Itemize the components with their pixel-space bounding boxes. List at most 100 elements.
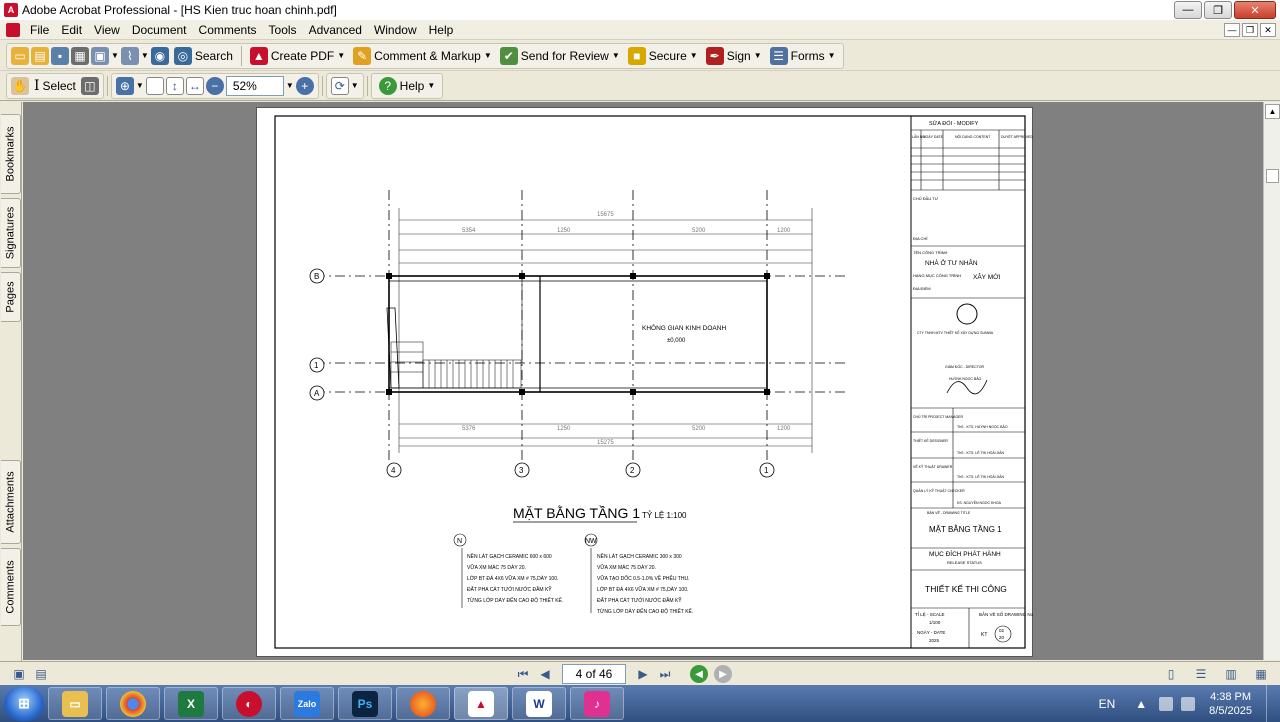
taskbar-excel[interactable]: X — [164, 687, 218, 720]
layout-icon[interactable]: ▣ — [8, 664, 30, 684]
menu-document[interactable]: Document — [126, 21, 193, 39]
create-pdf-label: Create PDF — [270, 48, 335, 63]
zoom-out-icon[interactable]: − — [205, 76, 224, 95]
rotate-view-icon[interactable]: ⟳ — [330, 76, 349, 95]
show-desktop-button[interactable] — [1266, 685, 1280, 722]
first-page-icon[interactable]: ⏮ — [512, 664, 534, 684]
doc-restore-button[interactable]: ❐ — [1242, 23, 1258, 37]
start-button[interactable]: ⊞ — [4, 686, 44, 721]
snapshot-icon[interactable]: ◫ — [80, 76, 99, 95]
chevron-down-icon[interactable]: ▼ — [136, 81, 144, 90]
sign-button[interactable]: ✒ Sign ▼ — [703, 45, 765, 67]
network-icon[interactable] — [1159, 696, 1174, 711]
create-pdf-button[interactable]: ▲ Create PDF ▼ — [247, 45, 348, 67]
menu-edit[interactable]: Edit — [55, 21, 88, 39]
page-number-input[interactable]: 4 of 46 — [562, 664, 626, 684]
send-review-button[interactable]: ✔ Send for Review ▼ — [497, 45, 623, 67]
organizer-icon[interactable]: ▤ — [31, 46, 49, 65]
previous-view-icon[interactable]: ◀ — [690, 665, 708, 683]
menu-advanced[interactable]: Advanced — [303, 21, 368, 39]
attach-icon[interactable]: ⌇ — [120, 46, 139, 65]
taskbar-word[interactable]: W — [512, 687, 566, 720]
taskbar-zalo[interactable]: Zalo — [280, 687, 334, 720]
volume-icon[interactable] — [1181, 696, 1196, 711]
tab-attachments[interactable]: Attachments — [1, 460, 21, 544]
legend-nw-line-3: VỮA TẠO DỐC 0.5-1.0% VỀ PHỄU THU. — [597, 575, 689, 582]
scroll-up-icon[interactable]: ▲ — [1265, 104, 1280, 119]
chevron-down-icon[interactable]: ▼ — [351, 81, 359, 90]
tray-arrow-icon[interactable]: ▲ — [1135, 697, 1147, 711]
taskbar-photoshop[interactable]: Ps — [338, 687, 392, 720]
menu-view[interactable]: View — [88, 21, 126, 39]
close-button[interactable]: ✕ — [1234, 1, 1276, 19]
acrobat-icon: ▲ — [468, 690, 494, 717]
facing-icon[interactable]: ▥ — [1220, 664, 1242, 684]
hand-tool-icon[interactable]: ✋ — [11, 76, 29, 95]
comment-markup-button[interactable]: ✎ Comment & Markup ▼ — [350, 45, 495, 67]
zoom-plus-icon[interactable]: + — [295, 76, 314, 95]
taskbar-acrobat-reader[interactable]: ◐ — [222, 687, 276, 720]
menu-file[interactable]: File — [24, 21, 55, 39]
taskbar-app[interactable]: ♪ — [570, 687, 624, 720]
document-view[interactable]: 15675 5354 1250 5200 1200 5376 1250 5200… — [23, 102, 1263, 660]
tasks-icon[interactable]: ▣ — [91, 46, 109, 65]
help-button[interactable]: ? Help ▼ — [376, 75, 439, 97]
single-page-icon[interactable]: ▯ — [1160, 664, 1182, 684]
tab-pages[interactable]: Pages — [1, 272, 21, 322]
menu-comments[interactable]: Comments — [193, 21, 263, 39]
next-view-icon[interactable]: ▶ — [714, 665, 732, 683]
clock[interactable]: 4:38 PM 8/5/2025 — [1209, 690, 1252, 718]
tb-chu-tri-name: ThS - KTS. HUỲNH NGỌC BẢO — [957, 424, 1008, 429]
open-folder-icon[interactable]: ▭ — [11, 46, 29, 65]
zoom-in-icon[interactable]: ⊕ — [115, 76, 134, 95]
doc-close-button[interactable]: ✕ — [1260, 23, 1276, 37]
page-layout-buttons: ▯ ☰ ▥ ▦ — [1160, 664, 1272, 684]
file-toolbar: ▭ ▤ ▪ ▦ ▣ ▼ ⌇ ▼ ◉ ◎ Search ▲ Create PDF ▼ ✎ Co… — [6, 42, 844, 69]
menu-help[interactable]: Help — [423, 21, 460, 39]
chevron-down-icon[interactable]: ▼ — [111, 51, 119, 60]
secure-button[interactable]: ■ Secure ▼ — [625, 45, 701, 67]
chevron-down-icon[interactable]: ▼ — [286, 81, 294, 90]
search-label: Search — [194, 48, 233, 63]
chevron-down-icon[interactable]: ▼ — [141, 51, 149, 60]
legend-n-line-1: NỀN LÁT GẠCH CERAMIC 600 x 600 — [467, 553, 552, 560]
chevron-down-icon: ▼ — [827, 51, 836, 60]
maximize-button[interactable]: ❐ — [1204, 1, 1232, 19]
tb-ve-ky-thuat-name: ThS - KTS. LÊ THỊ HOÀI DÂN — [957, 474, 1004, 479]
next-page-icon[interactable]: ▶ — [632, 664, 654, 684]
taskbar-firefox[interactable] — [396, 687, 450, 720]
tab-comments[interactable]: Comments — [1, 548, 21, 626]
taskbar-explorer[interactable]: ▭ — [48, 687, 102, 720]
save-icon[interactable]: ▪ — [51, 46, 69, 65]
continuous-facing-icon[interactable]: ▦ — [1250, 664, 1272, 684]
zoom-input[interactable]: 52% — [225, 75, 284, 96]
email-icon[interactable]: ◉ — [150, 46, 169, 65]
page-options-icon[interactable]: ▤ — [30, 664, 52, 684]
search-button[interactable]: ◎ Search — [171, 45, 236, 67]
clock-time: 4:38 PM — [1210, 690, 1252, 703]
vertical-scrollbar[interactable]: ▲ — [1263, 102, 1280, 660]
app-icon: ♪ — [584, 690, 610, 717]
continuous-icon[interactable]: ☰ — [1190, 664, 1212, 684]
language-indicator[interactable]: EN — [1099, 697, 1116, 711]
menu-tools[interactable]: Tools — [263, 21, 303, 39]
floor-plan-walls — [386, 275, 768, 393]
document-icon[interactable] — [6, 22, 20, 37]
tab-bookmarks[interactable]: Bookmarks — [1, 114, 21, 194]
tb-release-value: THIẾT KẾ THI CÔNG — [925, 584, 1007, 594]
taskbar-acrobat[interactable]: ▲ — [454, 687, 508, 720]
previous-page-icon[interactable]: ◀ — [534, 664, 556, 684]
fit-width-icon[interactable]: ↔ — [185, 76, 204, 95]
select-tool-button[interactable]: I Select — [31, 75, 79, 97]
scroll-thumb[interactable] — [1266, 169, 1279, 183]
fit-page-icon[interactable]: ↕ — [165, 76, 184, 95]
last-page-icon[interactable]: ⏭ — [654, 664, 676, 684]
actual-size-icon[interactable] — [145, 76, 164, 95]
print-icon[interactable]: ▦ — [71, 46, 89, 65]
menu-window[interactable]: Window — [368, 21, 423, 39]
doc-minimize-button[interactable]: — — [1224, 23, 1240, 37]
taskbar-chrome[interactable] — [106, 687, 160, 720]
minimize-button[interactable]: — — [1174, 1, 1202, 19]
forms-button[interactable]: ☰ Forms ▼ — [767, 45, 839, 67]
tab-signatures[interactable]: Signatures — [1, 198, 21, 268]
